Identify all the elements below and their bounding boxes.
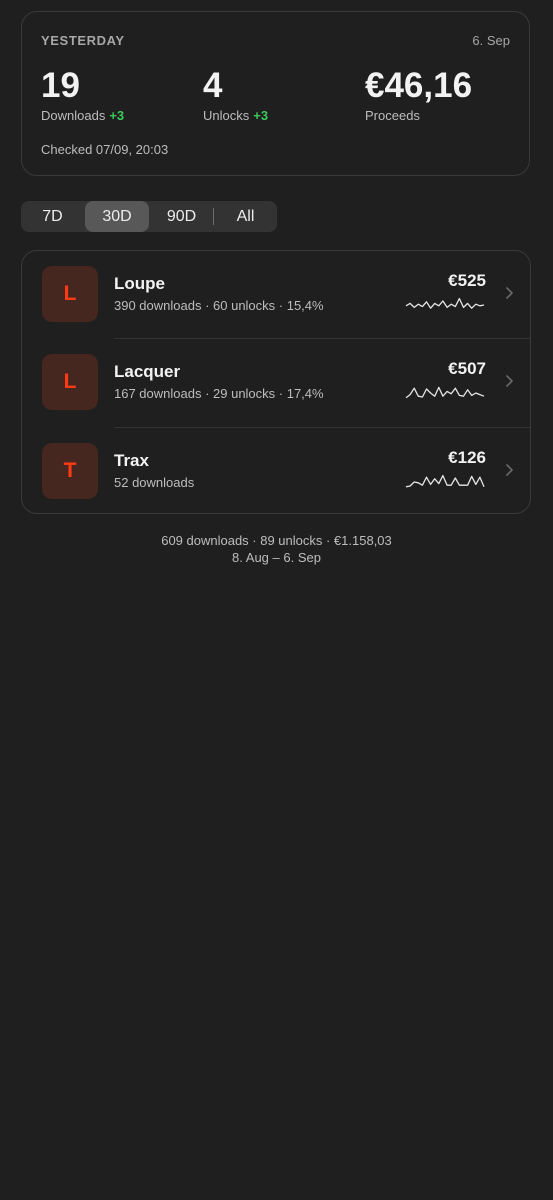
sparkline-chart (405, 386, 485, 399)
date-label: 6. Sep (472, 33, 510, 48)
range-tab-all[interactable]: All (214, 201, 277, 232)
sparkline-path (405, 474, 485, 488)
downloads-delta: +3 (109, 108, 125, 123)
app-name: Lacquer (114, 362, 181, 381)
chevron-right-icon (506, 287, 513, 299)
app-name: Loupe (114, 274, 165, 293)
downloads-label: Downloads (41, 108, 106, 123)
range-tab-7d[interactable]: 7D (21, 201, 84, 232)
sparkline-path (405, 297, 485, 309)
app-list: L Loupe 390 downloads · 60 unlocks · 15,… (21, 250, 531, 514)
unlocks-label-row: Unlocks +3 (203, 108, 268, 123)
downloads-label-row: Downloads +3 (41, 108, 124, 123)
app-row-loupe[interactable]: L Loupe 390 downloads · 60 unlocks · 15,… (22, 251, 530, 339)
app-row-trax[interactable]: T Trax 52 downloads €126 (22, 428, 530, 516)
downloads-value: 19 (41, 66, 80, 105)
sparkline-path (405, 386, 485, 399)
app-stats: 52 downloads (114, 475, 195, 490)
proceeds-label: Proceeds (365, 108, 420, 123)
sparkline-chart (405, 474, 485, 488)
footer-totals: 609 downloads · 89 unlocks · €1.158,03 (161, 533, 392, 548)
checked-timestamp: Checked 07/09, 20:03 (41, 142, 169, 157)
app-name: Trax (114, 451, 149, 470)
app-icon: L (42, 266, 98, 322)
sparkline-chart (405, 297, 485, 309)
app-stats: 167 downloads · 29 unlocks · 17,4% (114, 386, 324, 401)
app-amount: €525 (448, 271, 486, 290)
app-icon: T (42, 443, 98, 499)
unlocks-label: Unlocks (203, 108, 250, 123)
app-row-lacquer[interactable]: L Lacquer 167 downloads · 29 unlocks · 1… (22, 339, 530, 427)
proceeds-metric: €46,16 Proceeds (365, 66, 472, 123)
app-amount: €126 (448, 448, 486, 467)
unlocks-delta: +3 (253, 108, 269, 123)
app-icon: L (42, 354, 98, 410)
footer-date-range: 8. Aug – 6. Sep (232, 550, 321, 565)
app-amount: €507 (448, 359, 486, 378)
proceeds-value: €46,16 (365, 66, 473, 105)
app-stats: 390 downloads · 60 unlocks · 15,4% (114, 298, 324, 313)
unlocks-metric: 4 Unlocks +3 (203, 66, 268, 123)
summary-card: YESTERDAY 6. Sep 19 Downloads +3 4 Unlock… (21, 11, 530, 176)
period-label: YESTERDAY (41, 33, 125, 48)
range-tab-30d[interactable]: 30D (85, 201, 149, 232)
range-selector: 7D 30D 90D All (21, 201, 277, 232)
range-tab-90d[interactable]: 90D (150, 201, 213, 232)
unlocks-value: 4 (203, 66, 223, 105)
downloads-metric: 19 Downloads +3 (41, 66, 124, 123)
chevron-right-icon (506, 464, 513, 476)
chevron-right-icon (506, 375, 513, 387)
